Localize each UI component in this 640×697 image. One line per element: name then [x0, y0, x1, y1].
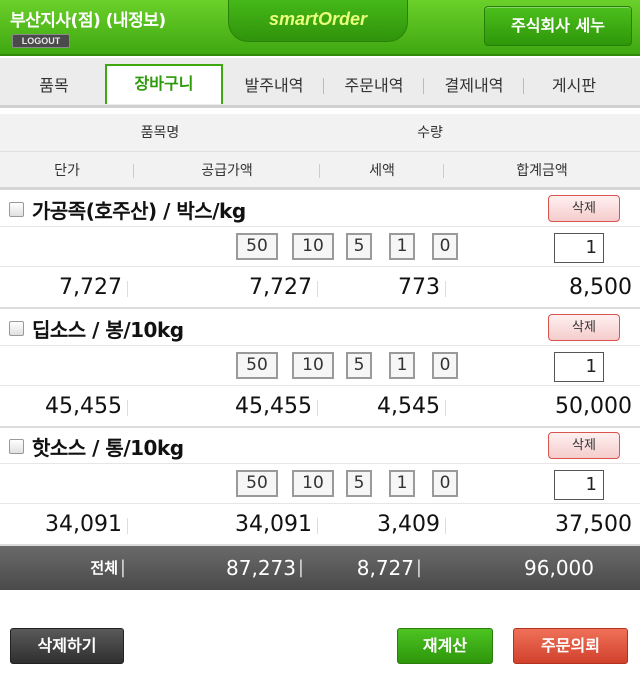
item-supply-amount: 34,091	[134, 504, 318, 546]
delete-all-button[interactable]: 삭제하기	[10, 628, 124, 664]
header-unit-price: 단가	[0, 152, 134, 190]
header-tax: 세액	[320, 152, 444, 190]
item-tax: 773	[320, 267, 446, 309]
delete-item-button[interactable]: 삭제	[548, 432, 620, 459]
total-bar: 전체 | 87,273 | 8,727 | 96,000	[0, 546, 640, 590]
qty-1-button[interactable]: 1	[389, 233, 415, 260]
qty-0-button[interactable]: 0	[432, 352, 458, 379]
tab-order-history[interactable]: 주문내역	[324, 68, 424, 104]
total-tax: 8,727	[356, 556, 414, 580]
cart-item-qty-row: 50 10 5 1 0 1	[0, 227, 640, 267]
header-item-name: 품목명	[140, 125, 180, 141]
app-logo[interactable]: smartOrder	[228, 0, 408, 42]
recalculate-button[interactable]: 재계산	[397, 628, 493, 664]
app-header: 부산지사(점) (내정보) LOGOUT smartOrder 주식회사 세누	[0, 0, 640, 56]
cart-item-amount-row: 45,455 45,455 4,545 50,000	[0, 386, 640, 428]
cart-item: 가공족(호주산) / 박스/kg 삭제 50 10 5 1 0 1 7,727 …	[0, 191, 640, 309]
total-amount: 96,000	[524, 556, 594, 580]
item-supply-amount: 7,727	[134, 267, 318, 309]
item-unit-price: 7,727	[0, 267, 128, 309]
item-name: 가공족(호주산) / 박스/kg	[32, 199, 246, 223]
cart-item: 핫소스 / 통/10kg 삭제 50 10 5 1 0 1 34,091 34,…	[0, 428, 640, 546]
qty-50-button[interactable]: 50	[236, 233, 278, 260]
tab-payment-history[interactable]: 결제내역	[424, 68, 524, 104]
item-checkbox[interactable]	[9, 439, 24, 454]
tab-board[interactable]: 게시판	[524, 68, 624, 104]
item-total: 8,500	[569, 275, 632, 300]
cart-item-amount-row: 7,727 7,727 773 8,500	[0, 267, 640, 309]
delete-item-button[interactable]: 삭제	[548, 314, 620, 341]
cart-item-qty-row: 50 10 5 1 0 1	[0, 346, 640, 386]
cart-item-title-row: 딥소스 / 봉/10kg 삭제	[0, 310, 640, 346]
item-tax: 4,545	[320, 386, 446, 428]
quantity-input[interactable]: 1	[554, 352, 604, 382]
qty-10-button[interactable]: 10	[292, 352, 334, 379]
cart-item-title-row: 가공족(호주산) / 박스/kg 삭제	[0, 191, 640, 227]
quantity-input[interactable]: 1	[554, 470, 604, 500]
qty-0-button[interactable]: 0	[432, 233, 458, 260]
item-name: 딥소스 / 봉/10kg	[32, 318, 184, 342]
item-name: 핫소스 / 통/10kg	[32, 436, 184, 460]
item-unit-price: 34,091	[0, 504, 128, 546]
tab-items[interactable]: 품목	[0, 68, 108, 104]
qty-5-button[interactable]: 5	[346, 233, 372, 260]
item-tax: 3,409	[320, 504, 446, 546]
header-quantity: 수량	[417, 125, 443, 141]
item-checkbox[interactable]	[9, 321, 24, 336]
total-separator: |	[297, 557, 304, 578]
branch-name[interactable]: 부산지사(점) (내정보)	[10, 6, 166, 31]
table-header-row-2: 단가 공급가액 세액 합계금액	[0, 152, 640, 190]
cart-item: 딥소스 / 봉/10kg 삭제 50 10 5 1 0 1 45,455 45,…	[0, 310, 640, 428]
qty-10-button[interactable]: 10	[292, 470, 334, 497]
total-separator: |	[415, 557, 422, 578]
order-request-button[interactable]: 주문의뢰	[513, 628, 628, 664]
qty-1-button[interactable]: 1	[389, 352, 415, 379]
total-separator: |	[119, 557, 126, 578]
cart-item-amount-row: 34,091 34,091 3,409 37,500	[0, 504, 640, 546]
qty-10-button[interactable]: 10	[292, 233, 334, 260]
delete-item-button[interactable]: 삭제	[548, 195, 620, 222]
header-total-amount: 합계금액	[516, 163, 568, 179]
total-supply: 87,273	[226, 556, 296, 580]
qty-5-button[interactable]: 5	[346, 352, 372, 379]
item-supply-amount: 45,455	[134, 386, 318, 428]
qty-0-button[interactable]: 0	[432, 470, 458, 497]
header-supply-amount: 공급가액	[134, 152, 320, 190]
quantity-input[interactable]: 1	[554, 233, 604, 263]
item-checkbox[interactable]	[9, 202, 24, 217]
total-label: 전체	[90, 559, 118, 577]
table-header-row-1: 품목명 수량	[0, 114, 640, 152]
item-total: 37,500	[555, 512, 632, 537]
item-unit-price: 45,455	[0, 386, 128, 428]
item-total: 50,000	[555, 394, 632, 419]
tab-bar: 품목 장바구니 발주내역 주문내역 결제내역 게시판	[0, 58, 640, 108]
qty-50-button[interactable]: 50	[236, 352, 278, 379]
qty-1-button[interactable]: 1	[389, 470, 415, 497]
tab-cart[interactable]: 장바구니	[105, 64, 223, 104]
qty-5-button[interactable]: 5	[346, 470, 372, 497]
logout-button[interactable]: LOGOUT	[12, 34, 70, 48]
company-button[interactable]: 주식회사 세누	[484, 6, 632, 46]
cart-item-qty-row: 50 10 5 1 0 1	[0, 464, 640, 504]
cart-item-title-row: 핫소스 / 통/10kg 삭제	[0, 428, 640, 464]
qty-50-button[interactable]: 50	[236, 470, 278, 497]
tab-purchase-orders[interactable]: 발주내역	[224, 68, 324, 104]
